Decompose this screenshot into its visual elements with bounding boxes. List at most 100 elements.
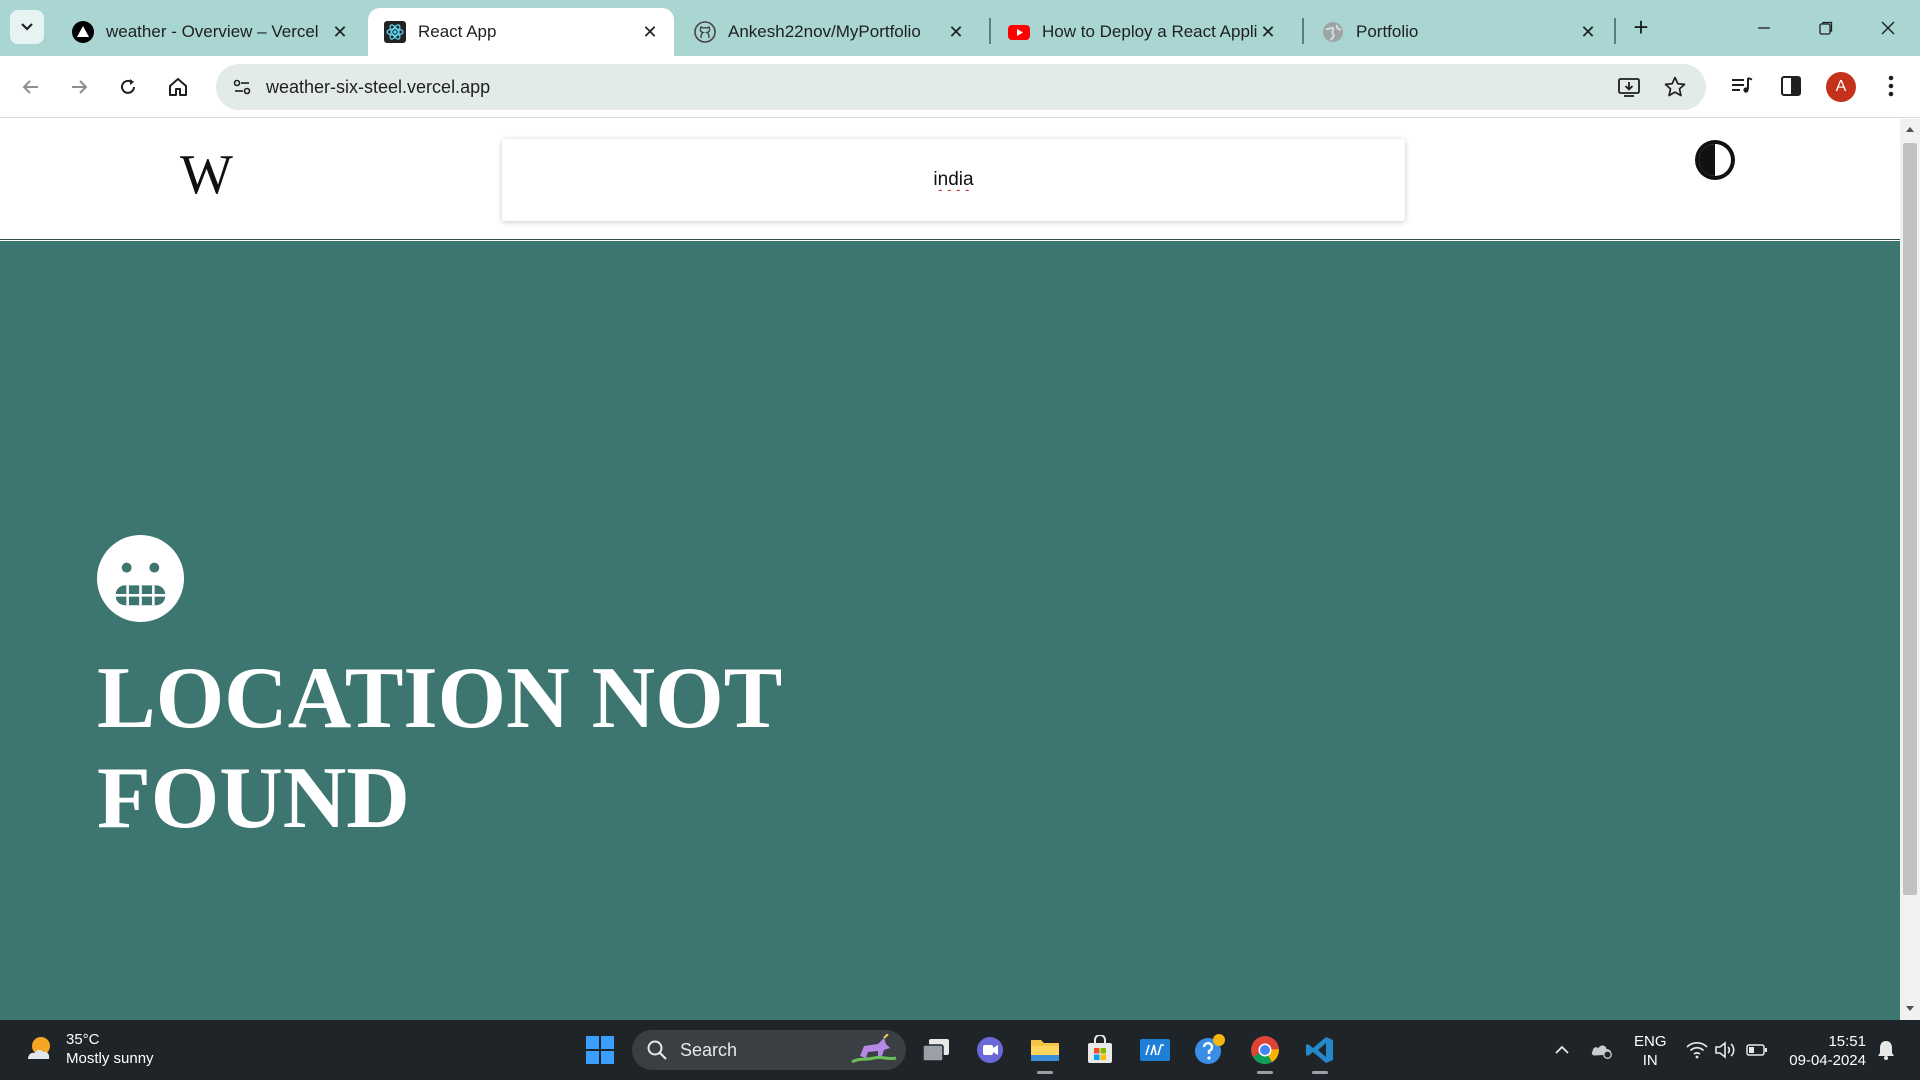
home-button[interactable] [161, 70, 195, 104]
tab-title: Portfolio [1356, 22, 1419, 41]
close-icon[interactable]: ✕ [1578, 22, 1598, 42]
chrome-button[interactable] [1245, 1030, 1285, 1074]
browser-toolbar: weather-six-steel.vercel.app A [0, 56, 1920, 118]
address-url[interactable]: weather-six-steel.vercel.app [266, 77, 490, 98]
tab-title: React App [418, 22, 497, 41]
browser-tab-strip: weather - Overview – Vercel ✕ React App … [0, 0, 1920, 56]
tab-title: weather - Overview – Vercel [106, 22, 319, 41]
scroll-up-arrow-icon[interactable] [1904, 123, 1916, 135]
bookmark-star-icon[interactable] [1662, 75, 1688, 99]
forward-button[interactable] [62, 70, 96, 104]
microsoft-store-button[interactable] [1080, 1030, 1120, 1070]
scrollbar-thumb[interactable] [1903, 143, 1917, 895]
tab-title: How to Deploy a React Applic [1042, 22, 1258, 41]
onedrive-icon[interactable] [1590, 1038, 1614, 1062]
globe-icon [1322, 21, 1344, 43]
search-icon [647, 1040, 667, 1060]
tab-youtube[interactable]: How to Deploy a React Applic ✕ [992, 8, 1292, 56]
vscode-button[interactable] [1300, 1030, 1340, 1074]
taskbar-search-label: Search [680, 1039, 738, 1060]
scroll-down-arrow-icon[interactable] [1904, 1003, 1916, 1015]
media-control-icon[interactable] [1727, 71, 1757, 101]
weather-temperature: 35°C [66, 1031, 100, 1048]
new-tab-button[interactable]: + [1626, 12, 1656, 42]
teams-chat-button[interactable] [970, 1030, 1010, 1070]
half-moon-icon [1695, 140, 1735, 180]
minimize-icon [1758, 27, 1770, 29]
chevron-down-icon [21, 23, 33, 31]
profile-avatar[interactable]: A [1826, 72, 1856, 102]
close-icon[interactable]: ✕ [330, 22, 350, 42]
tab-portfolio[interactable]: Portfolio ✕ [1306, 8, 1612, 56]
clock-date: 09-04-2024 [1789, 1052, 1866, 1069]
minimize-button[interactable] [1744, 8, 1784, 48]
web-page: W LOCATION NOT FOUND [0, 119, 1900, 1020]
region-code: IN [1642, 1052, 1658, 1069]
install-app-icon[interactable] [1616, 75, 1642, 99]
app-logo[interactable]: W [180, 143, 233, 207]
close-icon[interactable]: ✕ [1258, 22, 1278, 42]
site-info-icon[interactable] [230, 75, 254, 99]
file-explorer-button[interactable] [1025, 1030, 1065, 1074]
restore-icon [1819, 21, 1833, 35]
result-panel: LOCATION NOT FOUND [0, 241, 1900, 1020]
tab-search-button[interactable] [10, 10, 44, 44]
store-bag-icon [1088, 1035, 1112, 1063]
app-header: W [0, 119, 1900, 240]
chrome-icon [1251, 1036, 1279, 1064]
location-search-box[interactable] [502, 139, 1405, 221]
page-scrollbar[interactable] [1900, 119, 1920, 1020]
video-chat-icon [977, 1037, 1003, 1063]
show-hidden-icons-button[interactable] [1550, 1038, 1574, 1062]
weather-condition: Mostly sunny [66, 1050, 154, 1067]
wifi-icon[interactable] [1685, 1038, 1709, 1062]
start-button[interactable] [580, 1030, 620, 1070]
kebab-menu-icon[interactable] [1876, 71, 1906, 101]
help-icon [1195, 1034, 1225, 1064]
folder-icon [1031, 1040, 1059, 1061]
close-icon [1881, 21, 1895, 35]
unicorn-highlight-icon [851, 1034, 897, 1064]
side-panel-icon[interactable] [1776, 71, 1806, 101]
tab-react-app[interactable]: React App ✕ [368, 8, 674, 56]
reload-button[interactable] [111, 70, 145, 104]
github-icon [694, 21, 716, 43]
address-bar[interactable]: weather-six-steel.vercel.app [216, 64, 1706, 110]
get-help-button[interactable] [1190, 1030, 1230, 1070]
arrow-right-icon [72, 80, 88, 94]
windows-taskbar: 35°C Mostly sunny Search ENG IN 15:51 09… [0, 1020, 1920, 1080]
close-icon[interactable]: ✕ [640, 22, 660, 42]
task-view-button[interactable] [916, 1030, 956, 1070]
error-message: LOCATION NOT FOUND [97, 650, 781, 847]
myhp-button[interactable] [1135, 1030, 1175, 1070]
vscode-icon [1306, 1037, 1333, 1063]
tab-vercel[interactable]: weather - Overview – Vercel ✕ [56, 8, 364, 56]
tab-github[interactable]: Ankesh22nov/MyPortfolio ✕ [678, 8, 980, 56]
tab-title: Ankesh22nov/MyPortfolio [728, 22, 921, 41]
restore-button[interactable] [1806, 8, 1846, 48]
weather-widget[interactable]: 35°C Mostly sunny [24, 1030, 154, 1068]
close-icon[interactable]: ✕ [946, 22, 966, 42]
volume-icon[interactable] [1713, 1038, 1737, 1062]
arrow-left-icon [22, 80, 38, 94]
youtube-icon [1008, 21, 1030, 43]
tab-separator [1614, 18, 1616, 44]
clock-time: 15:51 [1828, 1033, 1866, 1050]
input-language-indicator[interactable]: ENG IN [1634, 1032, 1667, 1070]
notification-bell-icon[interactable] [1874, 1038, 1898, 1062]
home-icon [169, 78, 187, 96]
system-clock[interactable]: 15:51 09-04-2024 [1786, 1032, 1866, 1070]
partly-sunny-icon [28, 1037, 50, 1059]
reload-icon [121, 79, 135, 94]
myhp-icon [1140, 1039, 1170, 1061]
back-button[interactable] [14, 70, 48, 104]
grimacing-face-icon [96, 534, 185, 623]
tab-separator [989, 18, 991, 44]
location-search-input[interactable] [502, 169, 1405, 191]
task-view-icon [922, 1039, 949, 1062]
battery-icon[interactable] [1745, 1038, 1769, 1062]
window-close-button[interactable] [1868, 8, 1908, 48]
windows-logo-icon [586, 1036, 614, 1064]
taskbar-search-box[interactable]: Search [632, 1030, 906, 1070]
theme-toggle-button[interactable] [1692, 137, 1738, 183]
